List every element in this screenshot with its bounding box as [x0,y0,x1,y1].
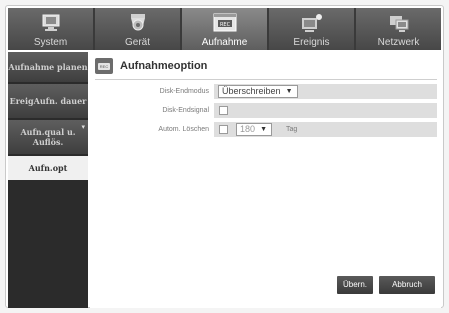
sidebar-item-ereigaufn-dauer[interactable]: EreigAufn. dauer [8,84,88,118]
divider [95,79,437,80]
sidebar-item-label: Aufn.qual u. Auflös. [20,127,76,147]
sidebar-item-label: Aufnahme planen [8,62,88,72]
tab-ereignis[interactable]: Ereignis [269,8,354,50]
main-panel: REC Aufnahmeoption Disk-Endmodus Übersch… [90,52,441,308]
event-icon [301,14,322,32]
auto-delete-checkbox[interactable] [219,125,228,134]
row-auto-delete: Autom. Löschen 180 ▼ Tag [95,122,437,137]
row-disk-end-signal: Disk-Endsignal [95,103,437,118]
disk-end-signal-checkbox[interactable] [219,106,228,115]
disk-end-mode-cell: Überschreiben ▼ [214,84,437,99]
auto-delete-label: Autom. Löschen [158,126,209,133]
sidebar: Aufnahme planen EreigAufn. dauer ▾ Aufn.… [8,52,88,308]
disk-end-mode-dropdown[interactable]: Überschreiben ▼ [218,85,298,98]
disk-end-signal-cell [214,103,437,118]
sidebar-item-aufnahme-planen[interactable]: Aufnahme planen [8,52,88,82]
auto-delete-cell: 180 ▼ Tag [214,122,437,137]
tab-geraet[interactable]: Gerät [95,8,180,50]
top-tab-bar: System Gerät REC Aufnahme Ereignis Netzw… [8,8,441,50]
sidebar-item-aufn-opt[interactable]: Aufn.opt [8,156,88,180]
chevron-down-icon: ▼ [285,88,293,95]
chevron-down-icon: ▼ [260,126,268,133]
disk-end-mode-label: Disk-Endmodus [159,88,209,95]
row-disk-end-mode: Disk-Endmodus Überschreiben ▼ [95,84,437,99]
apply-button[interactable]: Übern. [337,276,373,294]
tab-netzwerk[interactable]: Netzwerk [356,8,441,50]
submenu-marker-icon: ▾ [81,122,85,131]
network-icon [389,16,408,32]
tab-system[interactable]: System [8,8,93,50]
svg-text:REC: REC [219,22,230,28]
sidebar-item-aufnqual-aufloes[interactable]: ▾ Aufn.qual u. Auflös. [8,120,88,154]
disk-end-mode-value: Überschreiben [222,86,281,96]
page-title: Aufnahmeoption [120,60,208,72]
cancel-button[interactable]: Abbruch [379,276,435,294]
tab-aufnahme[interactable]: REC Aufnahme [182,8,267,50]
sidebar-item-label: Aufn.opt [28,163,68,173]
disk-end-signal-label: Disk-Endsignal [162,107,209,114]
auto-delete-days-dropdown[interactable]: 180 ▼ [236,123,273,136]
rec-icon: REC [213,13,236,32]
auto-delete-days-value: 180 [240,124,256,134]
monitor-icon [42,14,59,31]
record-option-icon: REC [95,58,113,74]
camera-icon [130,14,145,31]
sidebar-item-label: EreigAufn. dauer [9,96,87,106]
auto-delete-unit: Tag [286,126,298,133]
